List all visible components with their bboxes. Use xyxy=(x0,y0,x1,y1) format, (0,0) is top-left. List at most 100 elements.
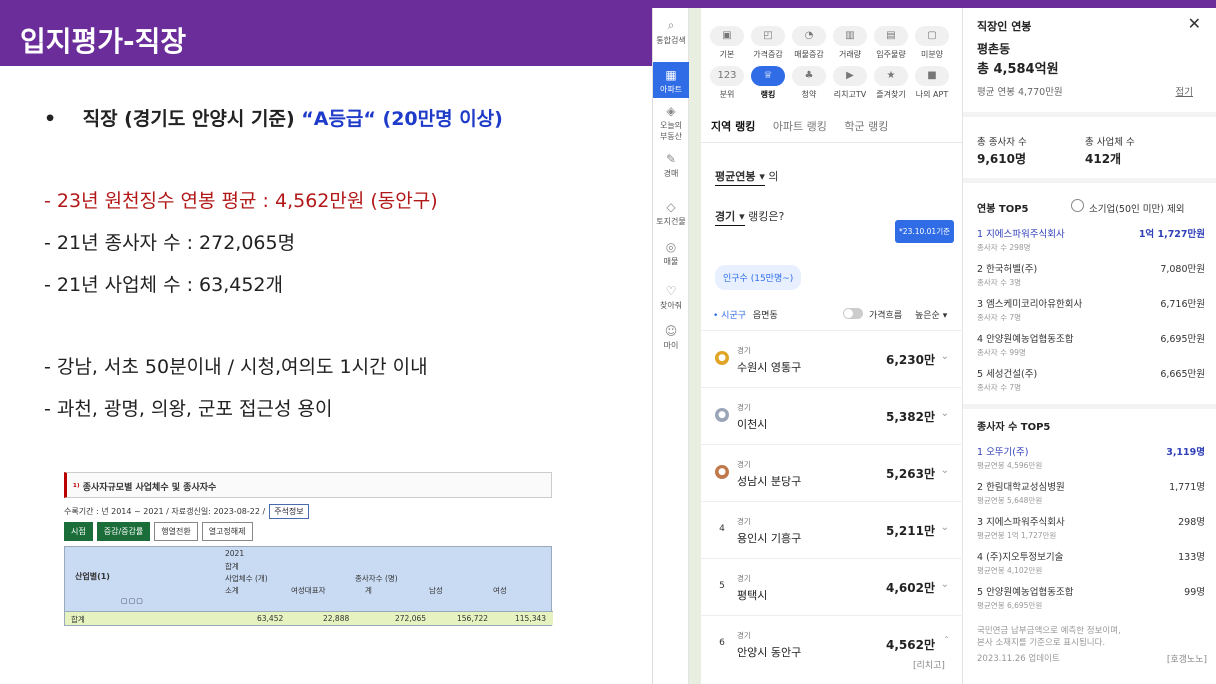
ranking-value: 5,263만 xyxy=(886,467,935,481)
category-label: 거래량 xyxy=(838,50,862,59)
sidebar-item-label: 토지건물 xyxy=(656,217,686,226)
exclude-label: 소기업(50인 미만) 제외 xyxy=(1089,204,1185,215)
category-10[interactable]: ★ 즐겨찾기 xyxy=(871,66,911,100)
listings-icon: ◎ xyxy=(665,240,677,254)
note-line-1: 국민연금 납부금액으로 예측한 정보이며, xyxy=(977,626,1121,636)
category-7[interactable]: ♕ 랭킹 xyxy=(748,66,788,100)
list-item[interactable]: 3 엠스케미코리아유한회사 종사자 수 7명 6,716만원 xyxy=(977,296,1205,323)
list-item[interactable]: 1 오뚜기(주) 평균연봉 4,596만원 3,119명 xyxy=(977,444,1205,471)
chevron-down-icon[interactable]: ⌄ xyxy=(941,351,949,362)
population-filter-chip[interactable]: 인구수 (15만명~) xyxy=(715,265,802,290)
sidebar-item-land-building[interactable]: ◇ 토지건물 xyxy=(653,194,689,228)
medal-icon: ● xyxy=(715,351,729,365)
category-6[interactable]: 123 분위 xyxy=(707,66,747,100)
category-11[interactable]: ■ 나의 APT xyxy=(912,66,952,100)
group-biz-header: 사업체수 (개) xyxy=(225,574,268,583)
category-label: 나의 APT xyxy=(915,90,949,99)
close-icon[interactable]: ✕ xyxy=(1188,14,1201,33)
chevron-down-icon[interactable]: ⌄ xyxy=(941,579,949,590)
chevron-down-icon[interactable]: ⌄ xyxy=(941,465,949,476)
cell-male: 156,722 xyxy=(457,614,489,623)
ranking-region: 평택시 xyxy=(737,589,768,602)
list-item[interactable]: 5 안양원예농업협동조합 평균연봉 6,695만원 99명 xyxy=(977,584,1205,611)
table-row: 합계 63,452 22,888 272,065 156,722 115,343 xyxy=(65,611,553,625)
tab-school-ranking[interactable]: 학군 랭킹 xyxy=(844,120,888,133)
filter-sigungu[interactable]: • 시군구 xyxy=(713,311,746,321)
sort-label: 높은순 xyxy=(915,311,940,321)
category-2[interactable]: ◔ 매물증감 xyxy=(789,26,829,60)
ranking-row[interactable]: ● 경기 성남시 분당구 5,263만 ⌄ xyxy=(701,444,963,501)
ranking-row[interactable]: 5 경기 평택시 4,602만 ⌄ xyxy=(701,558,963,615)
metric-suffix: 의 xyxy=(768,170,779,183)
area-name: 평촌동 xyxy=(977,42,1011,56)
list-item[interactable]: 4 (주)지오투정보기술 평균연봉 4,102만원 133명 xyxy=(977,549,1205,576)
ranking-province: 경기 xyxy=(737,403,751,412)
item-value: 6,695만원 xyxy=(1160,334,1205,345)
ranking-region: 안양시 동안구 xyxy=(737,646,802,659)
category-0[interactable]: ▣ 기본 xyxy=(707,26,747,60)
chevron-down-icon[interactable]: ⌄ xyxy=(941,522,949,533)
ranking-panel: ▣ 기본 ◰ 가격증감 ◔ 매물증감 ▥ 거래량 ▤ 입주물량 ▢ 미분양 123 분위 ♕ 랭킹 ♣ 청약 ▶ 리치… xyxy=(701,8,963,684)
category-5[interactable]: ▢ 미분양 xyxy=(912,26,952,60)
sidebar-item-auction[interactable]: ✎ 경매 xyxy=(653,146,689,180)
exclude-small-radio[interactable] xyxy=(1071,199,1084,212)
pivot-button[interactable]: 행열전환 xyxy=(154,522,198,541)
sidebar-item-search[interactable]: ⌕ 통합검색 xyxy=(653,12,689,46)
period-button[interactable]: 시점 xyxy=(64,522,93,541)
category-9[interactable]: ▶ 리치고TV xyxy=(830,66,870,100)
medal-icon: ● xyxy=(715,465,729,479)
notes-button[interactable]: 주석정보 xyxy=(269,504,309,519)
list-item[interactable]: 2 한림대학교성심병원 평균연봉 5,648만원 1,771명 xyxy=(977,479,1205,506)
item-sub: 종사자 수 7명 xyxy=(977,313,1022,322)
salary-line: - 23년 원천징수 연봉 평균 : 4,562만원 (동안구) xyxy=(44,190,438,212)
category-icon: ◰ xyxy=(751,26,785,46)
category-8[interactable]: ♣ 청약 xyxy=(789,66,829,100)
ranking-row[interactable]: ● 경기 이천시 5,382만 ⌄ xyxy=(701,387,963,444)
total-salary: 총 4,584억원 xyxy=(977,62,1059,77)
list-item[interactable]: 3 지에스파워주식회사 평균연봉 1억 1,727만원 298명 xyxy=(977,514,1205,541)
chevron-down-icon[interactable]: ⌄ xyxy=(941,408,949,419)
category-icon: ♣ xyxy=(792,66,826,86)
divider xyxy=(963,112,1216,117)
category-icon: ■ xyxy=(915,66,949,86)
region-dropdown[interactable]: 경기 ▾ xyxy=(715,210,745,226)
metric-dropdown[interactable]: 평균연봉 ▾ xyxy=(715,170,765,186)
sidebar-item-today-realestate[interactable]: ◈ 오늘의 부동산 xyxy=(653,98,689,141)
avg-salary: 평균 연봉 4,770만원 xyxy=(977,87,1063,98)
medal-icon: ● xyxy=(715,408,729,422)
category-icon: ▢ xyxy=(915,26,949,46)
category-1[interactable]: ◰ 가격증감 xyxy=(748,26,788,60)
sidebar-item-my[interactable]: ☺ 마이 xyxy=(653,318,689,352)
filter-eupmyeondong[interactable]: 읍면동 xyxy=(753,311,778,321)
list-item[interactable]: 5 세성건설(주) 종사자 수 7명 6,665만원 xyxy=(977,366,1205,393)
change-rate-button[interactable]: 증감/증감률 xyxy=(96,522,151,541)
sort-dropdown[interactable]: 높은순 ▾ xyxy=(915,308,947,321)
price-flow-toggle[interactable] xyxy=(843,308,863,319)
tab-region-ranking[interactable]: 지역 랭킹 xyxy=(711,120,755,133)
category-4[interactable]: ▤ 입주물량 xyxy=(871,26,911,60)
chevron-up-icon[interactable]: ˆ xyxy=(944,636,949,647)
auction-icon: ✎ xyxy=(665,152,677,166)
sidebar-item-apartment[interactable]: ▦ 아파트 xyxy=(653,62,689,98)
table-title-bar: ¹⁾ 종사자규모별 사업체수 및 종사자수 xyxy=(64,472,552,498)
list-item[interactable]: 1 지에스파워주식회사 종사자 수 298명 1억 1,727만원 xyxy=(977,226,1205,253)
tab-apartment-ranking[interactable]: 아파트 랭킹 xyxy=(773,120,827,133)
ranking-row[interactable]: 4 경기 용인시 기흥구 5,211만 ⌄ xyxy=(701,501,963,558)
list-item[interactable]: 2 한국허벨(주) 종사자 수 3명 7,080만원 xyxy=(977,261,1205,288)
sidebar-item-find-me[interactable]: ♡ 찾아줘 xyxy=(653,278,689,312)
unfreeze-button[interactable]: 열고정해제 xyxy=(201,522,253,541)
ranking-row[interactable]: ● 경기 수원시 영통구 6,230만 ⌄ xyxy=(701,330,963,387)
metric-selector-row: 평균연봉 ▾ 의 xyxy=(715,168,779,186)
item-sub: 평균연봉 4,596만원 xyxy=(977,461,1043,470)
note-line-2: 본사 소재지를 기준으로 표시됩니다. xyxy=(977,638,1106,648)
sort-controls[interactable]: ▢▢▢ xyxy=(121,597,144,605)
sidebar-item-listings[interactable]: ◎ 매물 xyxy=(653,234,689,268)
region-selector-row: 경기 ▾ 랭킹은? xyxy=(715,208,784,226)
category-label: 분위 xyxy=(719,90,735,99)
category-3[interactable]: ▥ 거래량 xyxy=(830,26,870,60)
map-strip[interactable] xyxy=(689,8,701,684)
list-item[interactable]: 4 안양원예농업협동조합 종사자 수 99명 6,695만원 xyxy=(977,331,1205,358)
fold-link[interactable]: 접기 xyxy=(1176,84,1193,98)
stats-table-screenshot: ¹⁾ 종사자규모별 사업체수 및 종사자수 수록기간 : 년 2014 ~ 20… xyxy=(60,468,553,628)
col-subtotal: 소계 xyxy=(225,586,239,595)
